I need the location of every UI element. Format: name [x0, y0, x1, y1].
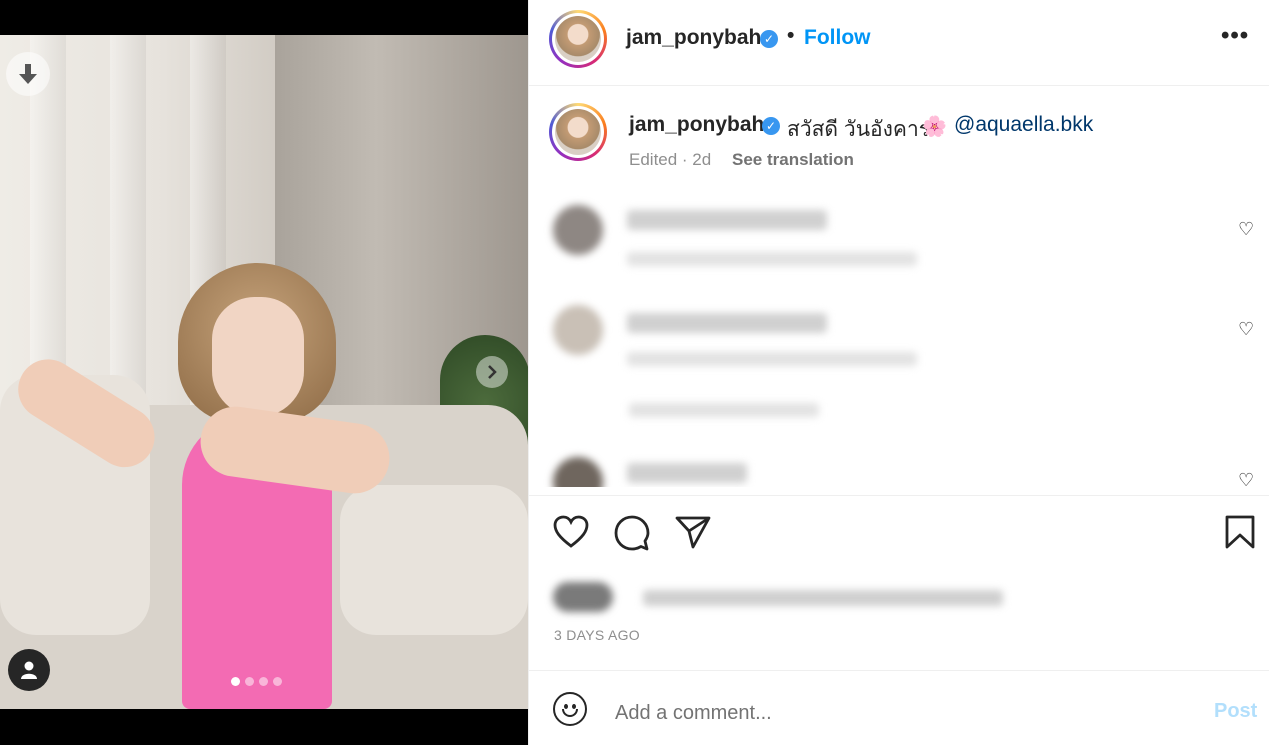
more-options-icon[interactable]: ••• — [1221, 22, 1249, 50]
divider — [529, 85, 1269, 86]
caption-meta: Edited · 2d — [629, 150, 712, 169]
heart-icon — [553, 515, 589, 548]
arrow-down-icon — [19, 64, 37, 84]
post-photo — [0, 35, 528, 709]
comments-list: ♡ ♡ ♡ — [529, 195, 1269, 487]
comment-bubble-icon — [614, 515, 650, 551]
download-button[interactable] — [6, 52, 50, 96]
commenter-avatar[interactable] — [553, 457, 603, 487]
face — [212, 297, 304, 417]
post-comment-button[interactable]: Post — [1214, 700, 1257, 723]
slide-dot — [259, 677, 268, 686]
like-comment-heart-icon[interactable]: ♡ — [1238, 219, 1254, 240]
view-replies[interactable] — [629, 403, 819, 417]
post-details-panel: jam_ponybah ✓ • Follow ••• jam_ponybah ✓… — [528, 0, 1269, 745]
caption-username[interactable]: jam_ponybah — [629, 113, 764, 137]
caption-mention-link[interactable]: @aquaella.bkk — [954, 113, 1093, 137]
slide-indicator — [231, 677, 282, 686]
slide-dot — [231, 677, 240, 686]
avatar-image — [555, 109, 601, 155]
slide-dot — [273, 677, 282, 686]
author-username[interactable]: jam_ponybah — [626, 26, 761, 50]
like-comment-heart-icon[interactable]: ♡ — [1238, 319, 1254, 340]
liker-avatars — [553, 582, 613, 612]
comment-button[interactable] — [614, 515, 650, 559]
like-button[interactable] — [553, 515, 589, 557]
bookmark-icon — [1225, 515, 1255, 549]
avatar-image — [555, 16, 601, 62]
comment-text — [627, 313, 827, 333]
author-avatar[interactable] — [549, 10, 607, 68]
caption-text: สวัสดี วันอังคาร — [787, 118, 931, 141]
save-button[interactable] — [1225, 515, 1255, 557]
see-translation-button[interactable]: See translation — [732, 150, 854, 170]
user-icon — [21, 661, 37, 679]
comment-meta — [627, 252, 917, 266]
add-comment-input[interactable] — [613, 697, 1187, 729]
separator-dot: • — [787, 24, 795, 47]
verified-badge-icon: ✓ — [762, 117, 780, 135]
comment-text — [627, 463, 747, 483]
cherry-blossom-emoji: 🌸 — [922, 116, 947, 138]
paper-plane-icon — [675, 516, 711, 549]
share-button[interactable] — [675, 515, 711, 557]
caption-avatar[interactable] — [549, 103, 607, 161]
commenter-avatar[interactable] — [553, 305, 603, 355]
likes-text — [643, 590, 1003, 606]
comment-meta — [627, 352, 917, 366]
next-slide-button[interactable] — [476, 356, 508, 388]
emoji-smiley-icon[interactable] — [553, 692, 587, 726]
commenter-avatar[interactable] — [553, 205, 603, 255]
divider — [529, 495, 1269, 496]
like-comment-heart-icon[interactable]: ♡ — [1238, 470, 1254, 487]
likes-summary[interactable] — [553, 582, 1003, 612]
tagged-users-button[interactable] — [8, 649, 50, 691]
comment-text — [627, 210, 827, 230]
chevron-right-icon — [488, 365, 497, 379]
slide-dot — [245, 677, 254, 686]
post-timestamp[interactable]: 3 DAYS AGO — [554, 627, 640, 643]
verified-badge-icon: ✓ — [760, 30, 778, 48]
divider — [529, 670, 1269, 671]
post-media — [0, 0, 528, 745]
follow-button[interactable]: Follow — [804, 26, 871, 50]
